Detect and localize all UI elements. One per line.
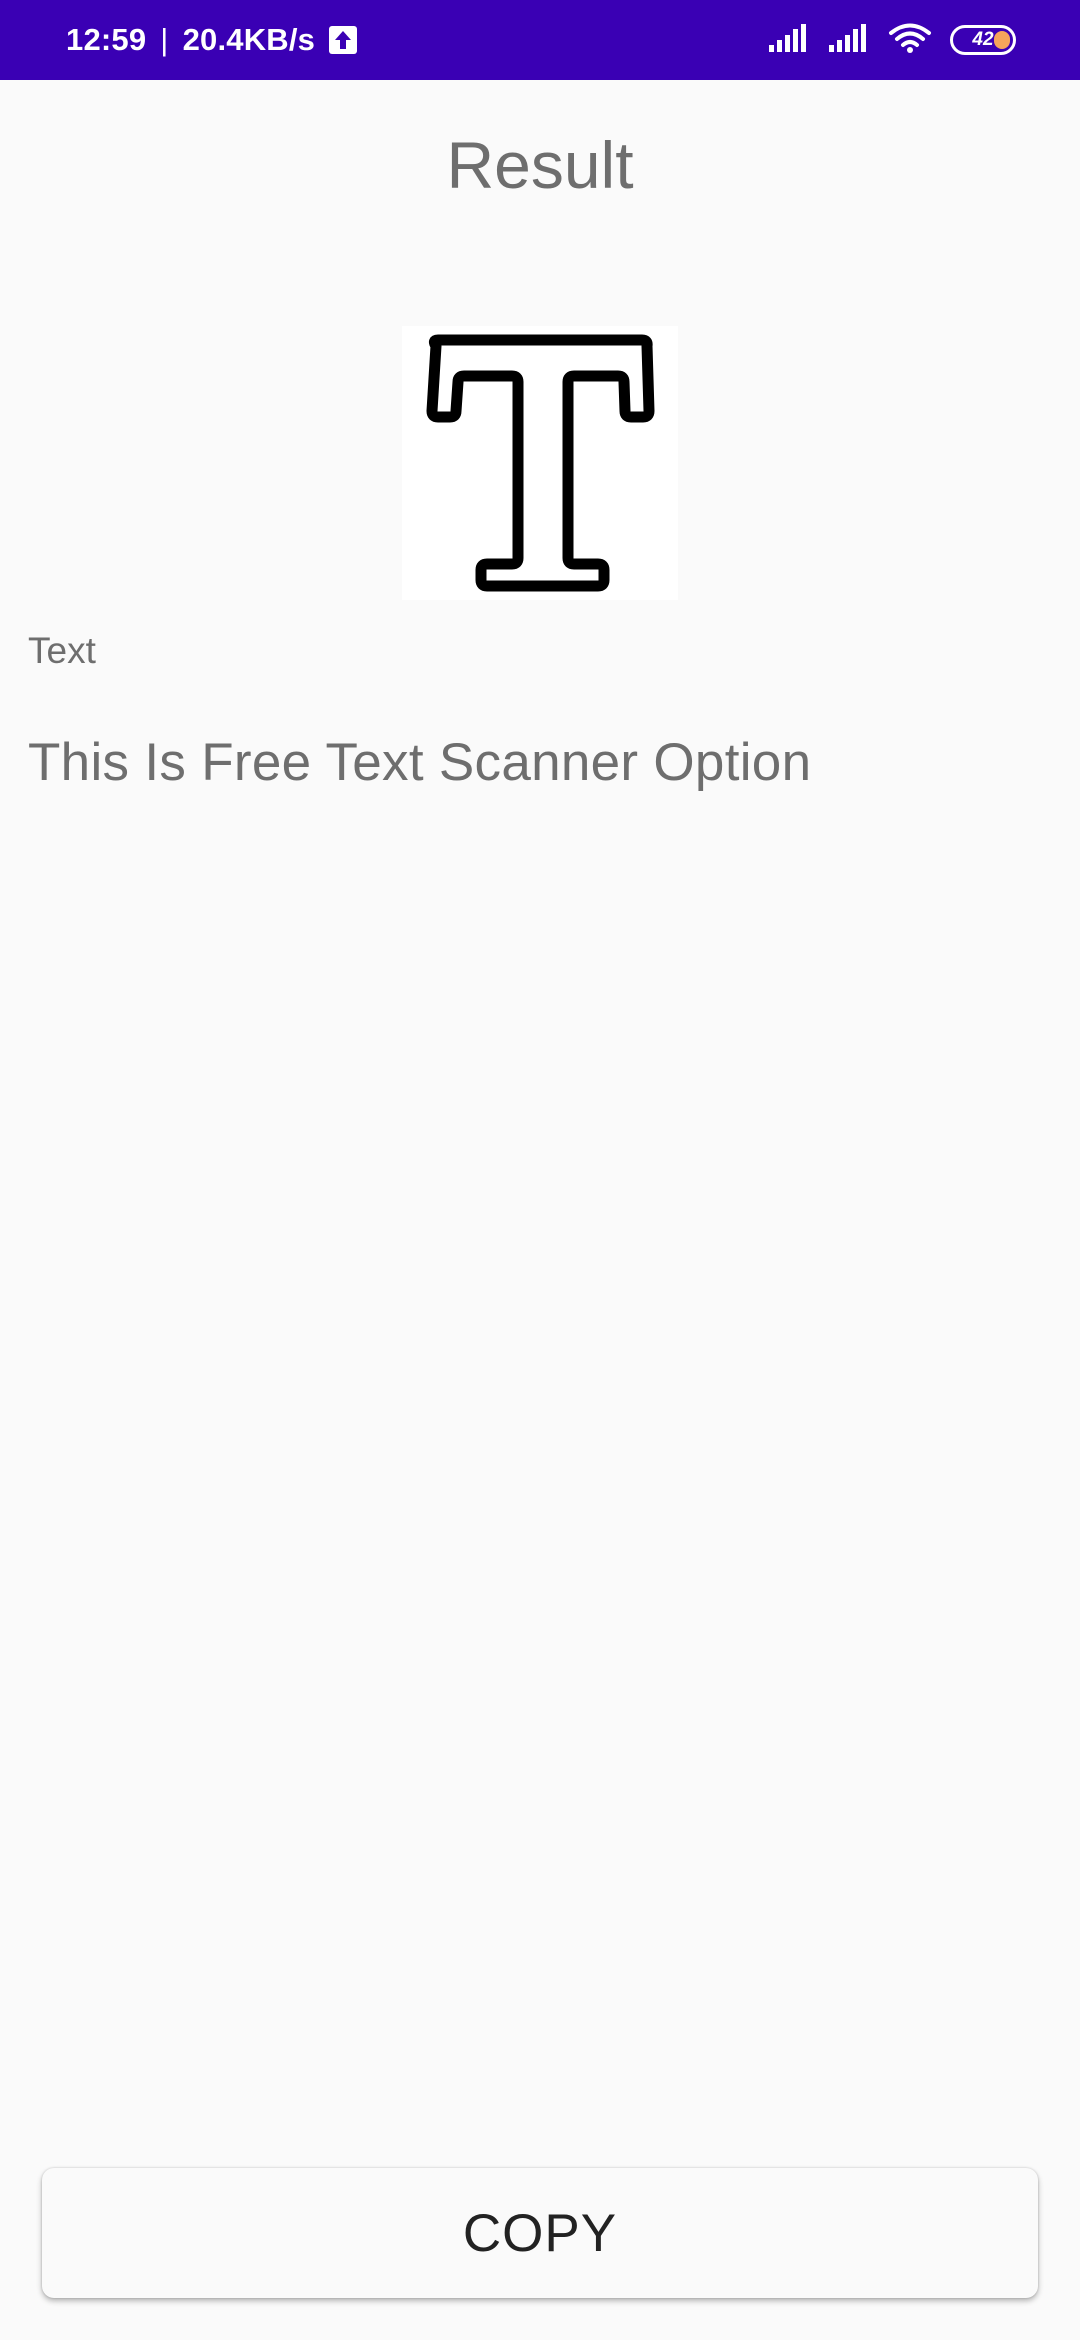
result-image: [402, 326, 678, 600]
wifi-icon: [888, 22, 932, 59]
status-left: 12:59 | 20.4KB/s: [66, 0, 358, 80]
battery-level: 42: [972, 29, 994, 50]
signal-icon: [768, 23, 810, 58]
network-speed: 20.4KB/s: [182, 22, 316, 57]
upload-icon: [329, 26, 358, 54]
text-label: Text: [28, 630, 96, 671]
page-title: Result: [446, 128, 634, 202]
signal-icon: [828, 23, 870, 58]
status-time: 12:59: [66, 22, 147, 57]
status-separator: |: [160, 22, 169, 57]
battery-icon: 42: [950, 25, 1016, 55]
battery-fill: [994, 31, 1010, 49]
status-right: 42: [768, 0, 1016, 80]
copy-button[interactable]: COPY: [42, 2168, 1038, 2298]
letter-t-icon: [426, 334, 655, 592]
status-bar: 12:59 | 20.4KB/s 42: [0, 0, 1080, 80]
result-text: This Is Free Text Scanner Option: [28, 733, 812, 792]
